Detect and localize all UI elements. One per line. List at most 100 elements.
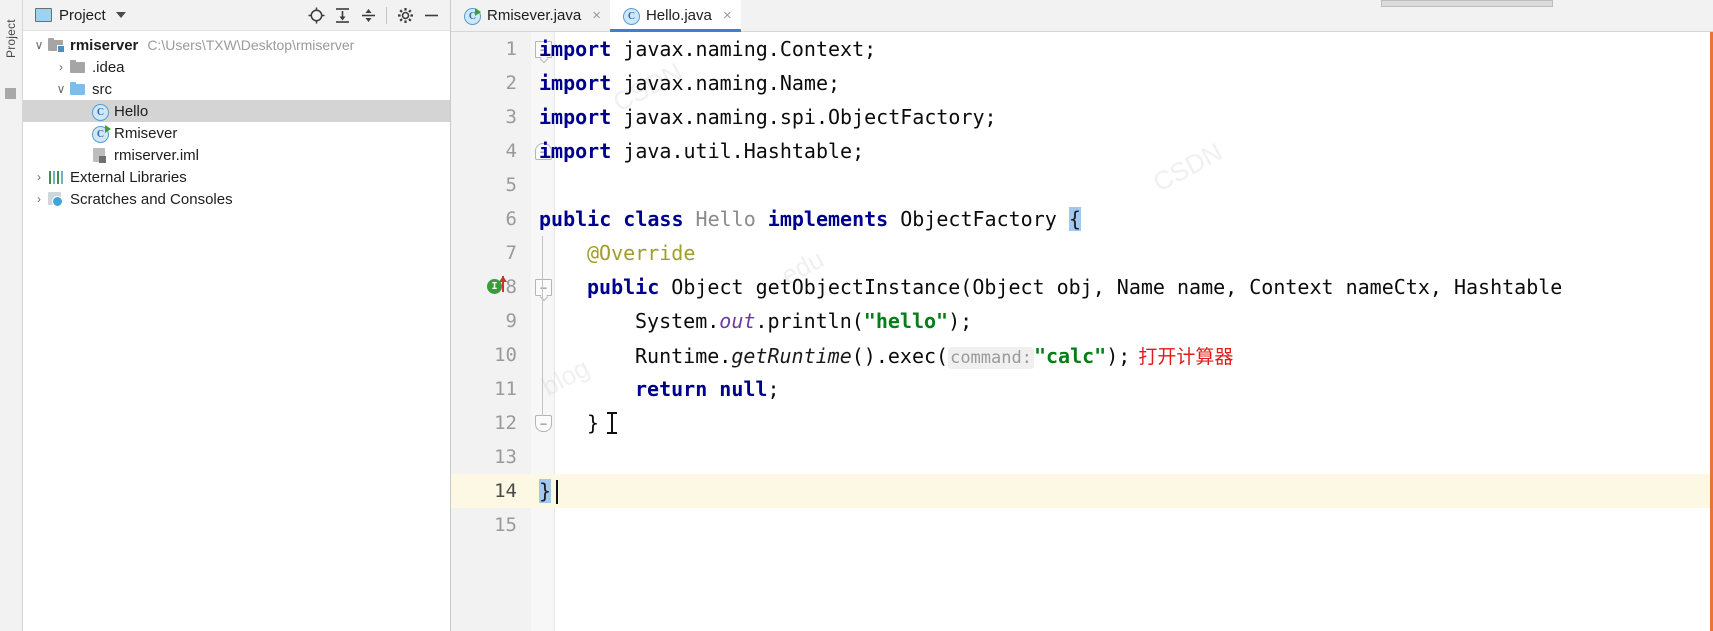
line-number: 12: [494, 412, 517, 434]
line-number: 5: [505, 174, 517, 196]
close-icon[interactable]: ×: [723, 8, 732, 23]
project-view-icon: [35, 8, 52, 22]
code-text: @Override: [539, 241, 1713, 265]
import-path: java.util.Hashtable;: [611, 139, 865, 163]
code-line[interactable]: 13: [451, 440, 1713, 474]
project-path: C:\Users\TXW\Desktop\rmiserver: [147, 37, 355, 53]
call-println: .println(: [755, 309, 864, 333]
iml-file-icon: [91, 147, 109, 163]
chevron-collapsed-icon[interactable]: ›: [53, 59, 69, 75]
mouse-text-cursor: [607, 412, 617, 434]
inline-comment-chinese: 打开计算器: [1138, 345, 1234, 368]
code-editor[interactable]: CSDN edu blog CSDN 1 − import javax.nami…: [451, 32, 1713, 631]
editor-tab-rmisever[interactable]: C Rmisever.java ×: [451, 0, 610, 31]
code-line[interactable]: 8 I − public Object getObjectInstance(Ob…: [451, 270, 1713, 304]
call-exec: ().exec(: [851, 343, 949, 368]
editor-tab-label: Hello.java: [645, 7, 712, 24]
editor-tab-label: Rmisever.java: [487, 7, 582, 24]
tree-node-label: Scratches and Consoles: [70, 190, 233, 208]
java-class-icon: C: [91, 103, 109, 121]
code-line[interactable]: 10 Runtime.getRuntime().exec(command: "ca…: [451, 338, 1713, 372]
keyword-public: public: [587, 275, 660, 299]
code-line[interactable]: 5: [451, 168, 1713, 202]
run-method-gutter-icon[interactable]: I: [487, 276, 507, 295]
editor-tab-hello[interactable]: C Hello.java ×: [609, 0, 741, 32]
tool-window-stripe-marker: [5, 88, 16, 99]
chevron-down-icon[interactable]: [115, 12, 126, 18]
line-number: 7: [505, 242, 517, 264]
code-line[interactable]: 6 public class Hello implements ObjectFa…: [451, 202, 1713, 236]
folder-icon: [69, 59, 87, 75]
ide-window: Project Project ∨ rmiserver C:\Users\TXW…: [0, 0, 1713, 631]
code-lines[interactable]: 1 − import javax.naming.Context; 2 impor…: [451, 32, 1713, 542]
keyword-return: return: [635, 377, 708, 401]
code-line[interactable]: 2 import javax.naming.Name;: [451, 66, 1713, 100]
close-icon[interactable]: ×: [592, 8, 601, 23]
line-number: 8: [505, 276, 517, 298]
code-text: import javax.naming.spi.ObjectFactory;: [539, 105, 1713, 129]
editor-area: C Rmisever.java × C Hello.java × CSDN ed…: [451, 0, 1713, 631]
matching-brace-close: }: [539, 479, 552, 503]
chevron-expanded-icon[interactable]: ∨: [53, 81, 69, 97]
code-text: public class Hello implements ObjectFact…: [539, 207, 1713, 231]
code-line[interactable]: 12 − }: [451, 406, 1713, 440]
tree-node-hello[interactable]: C Hello: [23, 100, 450, 122]
line-number: 1: [505, 38, 517, 60]
closing-brace-method: }: [587, 411, 600, 435]
settings-gear-icon[interactable]: [392, 2, 418, 28]
code-line[interactable]: 15: [451, 508, 1713, 542]
keyword-null: null: [707, 377, 768, 401]
code-line-current[interactable]: 14 }: [451, 474, 1713, 508]
chevron-expanded-icon[interactable]: ∨: [31, 37, 47, 53]
chevron-collapsed-icon[interactable]: ›: [31, 191, 47, 207]
tree-node-scratches-and-consoles[interactable]: › Scratches and Consoles: [23, 188, 450, 210]
import-path: javax.naming.spi.ObjectFactory;: [611, 105, 997, 129]
line-number: 11: [494, 378, 517, 400]
chevron-collapsed-icon[interactable]: ›: [31, 169, 47, 185]
code-line[interactable]: 7 @Override: [451, 236, 1713, 270]
hide-tool-window-icon[interactable]: [418, 2, 444, 28]
code-line[interactable]: 9 System.out.println("hello");: [451, 304, 1713, 338]
line-number: 14: [494, 480, 517, 502]
code-text: System.out.println("hello");: [539, 309, 1713, 333]
overriding-method-arrow-icon: [499, 276, 507, 292]
code-line[interactable]: 1 − import javax.naming.Context;: [451, 32, 1713, 66]
line-number: 10: [494, 344, 517, 366]
expand-all-icon[interactable]: [329, 2, 355, 28]
line-number: 13: [494, 446, 517, 468]
code-text: }: [539, 411, 1713, 435]
code-text: public Object getObjectInstance(Object o…: [539, 275, 1713, 299]
string-literal-hello: "hello": [863, 309, 949, 333]
java-runnable-class-icon: C: [91, 125, 111, 143]
tree-node-rmiserver-iml[interactable]: rmiserver.iml: [23, 144, 450, 166]
project-tool-window: Project ∨ rmiserver C:\Users\TXW\Desktop…: [23, 0, 451, 631]
tree-node-label: rmiserver: [70, 36, 139, 54]
tree-node-external-libraries[interactable]: › External Libraries: [23, 166, 450, 188]
locate-icon[interactable]: [303, 2, 329, 28]
tree-node-idea[interactable]: › .idea: [23, 56, 450, 78]
java-runnable-class-icon: C: [463, 7, 481, 25]
parameter-hint-command: command:: [948, 346, 1034, 369]
keyword-public-class: public class: [539, 207, 684, 231]
statement-end: );: [948, 309, 973, 333]
code-line[interactable]: 11 return null;: [451, 372, 1713, 406]
editor-tab-bar: C Rmisever.java × C Hello.java ×: [451, 0, 1713, 32]
project-tree[interactable]: ∨ rmiserver C:\Users\TXW\Desktop\rmiserv…: [23, 31, 450, 631]
code-text: import javax.naming.Context;: [539, 37, 1713, 61]
class-name: Hello: [683, 207, 768, 231]
keyword-import: import: [539, 37, 612, 61]
tool-window-button-project[interactable]: Project: [0, 4, 22, 74]
collapse-all-icon[interactable]: [355, 2, 381, 28]
source-folder-icon: [69, 81, 87, 97]
code-text: import java.util.Hashtable;: [539, 139, 1713, 163]
tree-node-rmisever[interactable]: C Rmisever: [23, 122, 450, 144]
line-number: 9: [505, 310, 517, 332]
tree-node-rmiserver[interactable]: ∨ rmiserver C:\Users\TXW\Desktop\rmiserv…: [23, 34, 450, 56]
import-path: javax.naming.Name;: [611, 71, 841, 95]
code-text: Runtime.getRuntime().exec(command: "calc"…: [539, 342, 1713, 369]
tree-node-src[interactable]: ∨ src: [23, 78, 450, 100]
string-literal-calc: "calc": [1033, 343, 1107, 368]
code-line[interactable]: 3 import javax.naming.spi.ObjectFactory;: [451, 100, 1713, 134]
code-line[interactable]: 4 − import java.util.Hashtable;: [451, 134, 1713, 168]
tree-node-label: .idea: [92, 58, 125, 76]
